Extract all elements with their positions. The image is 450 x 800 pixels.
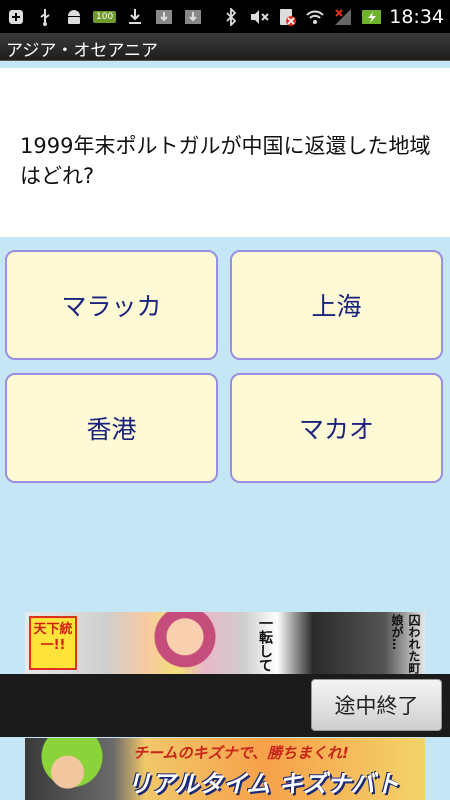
mute-icon	[249, 8, 269, 26]
answer-button-1[interactable]: マラッカ	[5, 250, 218, 360]
title-bar: アジア・オセアニア	[0, 33, 450, 61]
question-text: 1999年末ポルトガルが中国に返還した地域はどれ?	[20, 134, 431, 188]
ad-banner-top[interactable]: 天下統一!! 一転して 囚われた町娘が…	[25, 612, 425, 674]
ad-banner-bottom[interactable]: チームのキズナで、勝ちまくれ! リアルタイム キズナバトル!	[25, 738, 425, 800]
answer-button-3[interactable]: 香港	[5, 373, 218, 483]
download-icon	[154, 8, 174, 26]
download-icon	[125, 8, 145, 26]
ad-character-image	[145, 612, 225, 674]
android-icon	[64, 8, 84, 26]
usb-icon	[35, 8, 55, 26]
ad-headline: リアルタイム キズナバトル!	[127, 770, 400, 798]
ad-tagline: チームのキズナで、勝ちまくれ!	[133, 744, 349, 762]
bluetooth-icon	[221, 7, 241, 26]
quit-button[interactable]: 途中終了	[311, 679, 442, 731]
answer-button-2[interactable]: 上海	[230, 250, 443, 360]
ad-badge: 天下統一!!	[29, 616, 77, 670]
answer-button-4[interactable]: マカオ	[230, 373, 443, 483]
no-sim-icon	[277, 8, 297, 26]
page-title: アジア・オセアニア	[6, 41, 158, 61]
ad-character-image	[27, 738, 117, 800]
action-bar: 途中終了	[0, 674, 450, 737]
wifi-icon	[305, 8, 325, 26]
ad-text: 囚われた町娘が…	[390, 614, 421, 674]
download-icon	[183, 8, 203, 26]
battery-icon	[361, 8, 382, 26]
ad-text: 一転して	[257, 616, 273, 672]
no-signal-icon	[333, 8, 353, 26]
status-bar: 100 18:34	[0, 0, 450, 33]
clock: 18:34	[389, 5, 444, 28]
battery-badge-icon: 100	[93, 10, 117, 23]
question-panel: 1999年末ポルトガルが中国に返還した地域はどれ?	[0, 61, 450, 237]
add-icon	[6, 8, 26, 26]
